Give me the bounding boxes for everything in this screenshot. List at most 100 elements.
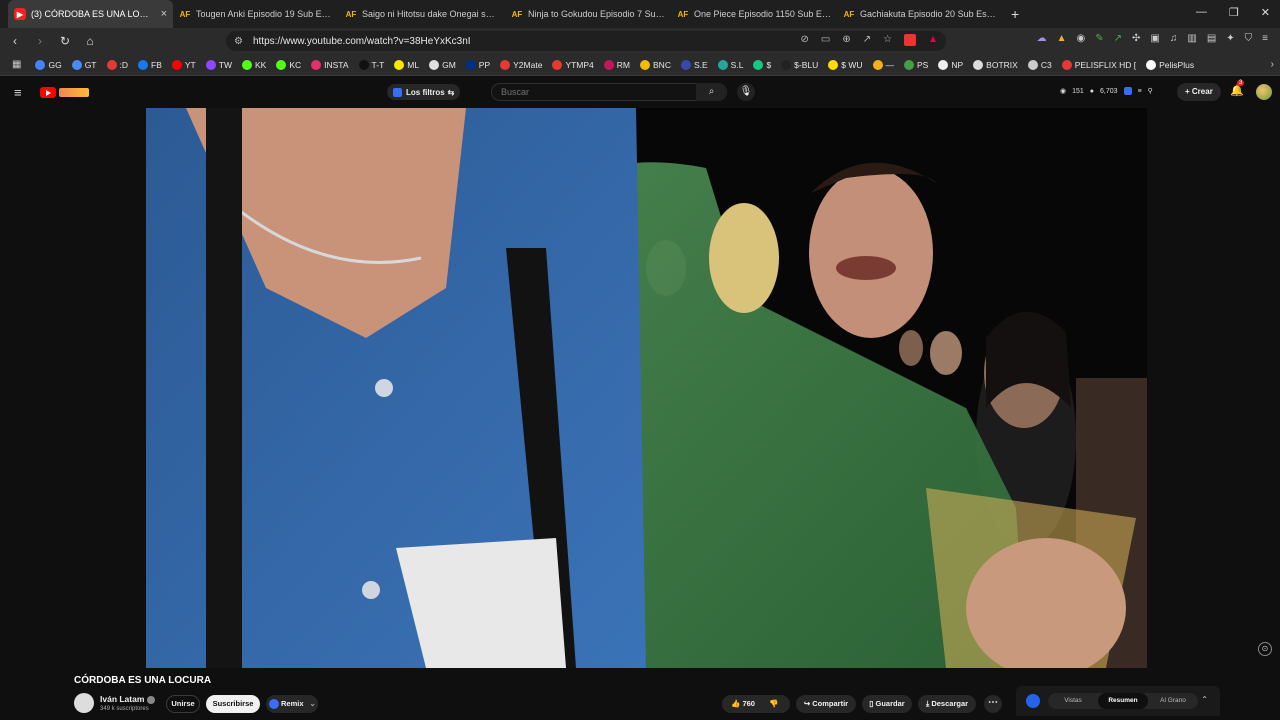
minimize-icon[interactable]: —	[1196, 6, 1207, 19]
url-field[interactable]: ⚙ https://www.youtube.com/watch?v=38HeYx…	[226, 31, 946, 51]
bookmark-item[interactable]: T-T	[358, 59, 384, 70]
bookmark-item[interactable]: S.L	[717, 59, 743, 70]
media-icon[interactable]: ♫	[1170, 33, 1178, 44]
zoom-icon[interactable]: ⊕	[842, 34, 850, 46]
bookmark-item[interactable]: GM	[429, 59, 456, 70]
brave-shield-icon[interactable]	[904, 34, 917, 46]
panel-toggle-icon[interactable]: ⊙	[1258, 642, 1272, 656]
channel-avatar[interactable]	[74, 693, 94, 713]
bookmark-item[interactable]: GT	[71, 59, 97, 70]
dislike-icon[interactable]: 👎	[769, 699, 778, 708]
video-player[interactable]	[146, 108, 1147, 668]
bookmark-item[interactable]: PelisPlus	[1146, 59, 1194, 70]
extension-icon[interactable]: ↗	[1114, 33, 1122, 44]
restore-icon[interactable]: ❐	[1229, 6, 1239, 19]
screen-icon[interactable]: ▭	[821, 34, 830, 46]
channel-name-text: Iván Latam	[100, 694, 145, 704]
download-button[interactable]: ⤓ Descargar	[918, 695, 976, 713]
reload-icon[interactable]: ↻	[55, 34, 75, 48]
search-input[interactable]	[491, 83, 727, 101]
create-button[interactable]: + Crear	[1177, 83, 1221, 101]
puzzle-icon[interactable]: ✣	[1132, 33, 1140, 44]
remix-button[interactable]: Remix ⌄	[266, 695, 318, 713]
extension-icon[interactable]: ◉	[1077, 33, 1086, 44]
save-button[interactable]: ▯ Guardar	[862, 695, 912, 713]
browser-tab[interactable]: AF Gachiakuta Episodio 20 Sub Español	[837, 0, 1003, 28]
join-button[interactable]: Unirse	[166, 695, 200, 713]
apps-icon[interactable]: ▦	[12, 59, 21, 70]
bookmark-favicon-icon	[680, 59, 691, 70]
bookmark-item[interactable]: $ WU	[828, 59, 863, 70]
browser-tab[interactable]: AF One Piece Episodio 1150 Sub Español	[671, 0, 837, 28]
browser-tab[interactable]: AF Saigo ni Hitotsu dake Onegai shitemo	[339, 0, 505, 28]
share-page-icon[interactable]: ↗	[863, 34, 871, 46]
bookmark-item[interactable]: PELISFLIX HD [	[1061, 59, 1136, 70]
bookmark-item[interactable]: $-BLU	[781, 59, 818, 70]
star-icon[interactable]: ☆	[883, 34, 892, 46]
summary-tab[interactable]: Vistas	[1048, 693, 1098, 709]
browser-tab[interactable]: AF Tougen Anki Episodio 19 Sub Español	[173, 0, 339, 28]
bookmark-item[interactable]: TW	[205, 59, 232, 70]
bookmark-item[interactable]: PS	[904, 59, 928, 70]
user-avatar[interactable]	[1256, 84, 1272, 100]
extension-icon[interactable]: ▣	[1150, 33, 1159, 44]
list-icon[interactable]: ≡	[1138, 88, 1142, 95]
extension-icon[interactable]: ▲	[1057, 33, 1067, 44]
leo-icon[interactable]: ✦	[1226, 33, 1234, 44]
bookmark-item[interactable]: C3	[1027, 59, 1052, 70]
extension-icon[interactable]: ✎	[1095, 33, 1103, 44]
wallet-icon[interactable]: ▤	[1207, 33, 1216, 44]
like-button[interactable]: 👍 760 👎	[722, 695, 790, 713]
more-bookmarks-icon[interactable]: ›	[1271, 59, 1274, 70]
site-info-icon[interactable]: ⚙	[234, 36, 243, 47]
browser-tab[interactable]: AF Ninja to Gokudou Episodio 7 Sub Esp	[505, 0, 671, 28]
summary-tab[interactable]: Al Grano	[1148, 693, 1198, 709]
bookmark-item[interactable]: KC	[276, 59, 301, 70]
close-tab-icon[interactable]: ×	[161, 8, 167, 20]
back-icon[interactable]: ‹	[5, 34, 25, 48]
new-tab-icon[interactable]: +	[1011, 6, 1019, 22]
extension-badge-icon[interactable]	[1123, 87, 1132, 95]
bookmark-item[interactable]: INSTA	[311, 59, 349, 70]
bookmark-item[interactable]: BOTRIX	[973, 59, 1018, 70]
cast-icon[interactable]: ⊘	[801, 34, 809, 46]
notifications-button[interactable]: 🔔 3	[1230, 80, 1245, 97]
extension-icon[interactable]: ☁	[1037, 33, 1047, 44]
home-icon[interactable]: ⌂	[80, 34, 100, 48]
chevron-up-icon[interactable]: ⌃	[1201, 695, 1208, 704]
bookmark-item[interactable]: RM	[603, 59, 630, 70]
bookmark-item[interactable]: YT	[171, 59, 196, 70]
forward-icon[interactable]: ›	[30, 34, 50, 48]
voice-search-button[interactable]: 🎙	[737, 83, 755, 101]
bookmark-item[interactable]: KK	[241, 59, 266, 70]
sidebar-icon[interactable]: ▥	[1187, 33, 1196, 44]
filters-button[interactable]: Los filtros ⇆	[387, 84, 461, 100]
bookmark-item[interactable]: —	[872, 59, 894, 70]
bookmark-item[interactable]: NP	[938, 59, 963, 70]
close-window-icon[interactable]: ✕	[1261, 6, 1270, 19]
browser-tab[interactable]: ▶ (3) CÓRDOBA ES UNA LOCURA ×	[8, 0, 173, 28]
browser-tab-strip: ▶ (3) CÓRDOBA ES UNA LOCURA × AF Tougen Anki…	[0, 0, 1280, 28]
search-button[interactable]: ⌕	[696, 83, 727, 101]
bookmark-item[interactable]: ML	[394, 59, 419, 70]
vpn-icon[interactable]: ⛉	[1245, 33, 1253, 44]
rewards-icon[interactable]: ▲	[928, 34, 938, 46]
more-actions-button[interactable]: ⋯	[984, 695, 1002, 713]
bookmark-item[interactable]: $	[753, 59, 771, 70]
bookmark-item[interactable]: GG	[35, 59, 62, 70]
bookmark-item[interactable]: S.E	[680, 59, 708, 70]
hamburger-menu-icon[interactable]: ≡	[14, 85, 22, 100]
bookmark-item[interactable]: PP	[465, 59, 490, 70]
share-button[interactable]: ↪ Compartir	[796, 695, 856, 713]
subscribe-button[interactable]: Suscribirse	[206, 695, 260, 713]
account-switch-icon[interactable]: ⚲	[1148, 87, 1153, 95]
channel-name[interactable]: Iván Latam	[100, 694, 156, 704]
bookmark-item[interactable]: BNC	[640, 59, 671, 70]
summary-tab[interactable]: Resumen	[1098, 693, 1148, 709]
bookmark-item[interactable]: FB	[138, 59, 162, 70]
youtube-logo[interactable]	[40, 85, 92, 99]
bookmark-item[interactable]: YTMP4	[552, 59, 594, 70]
bookmark-item[interactable]: Y2Mate	[500, 59, 542, 70]
menu-icon[interactable]: ≡	[1262, 33, 1268, 44]
bookmark-item[interactable]: :D	[106, 59, 128, 70]
